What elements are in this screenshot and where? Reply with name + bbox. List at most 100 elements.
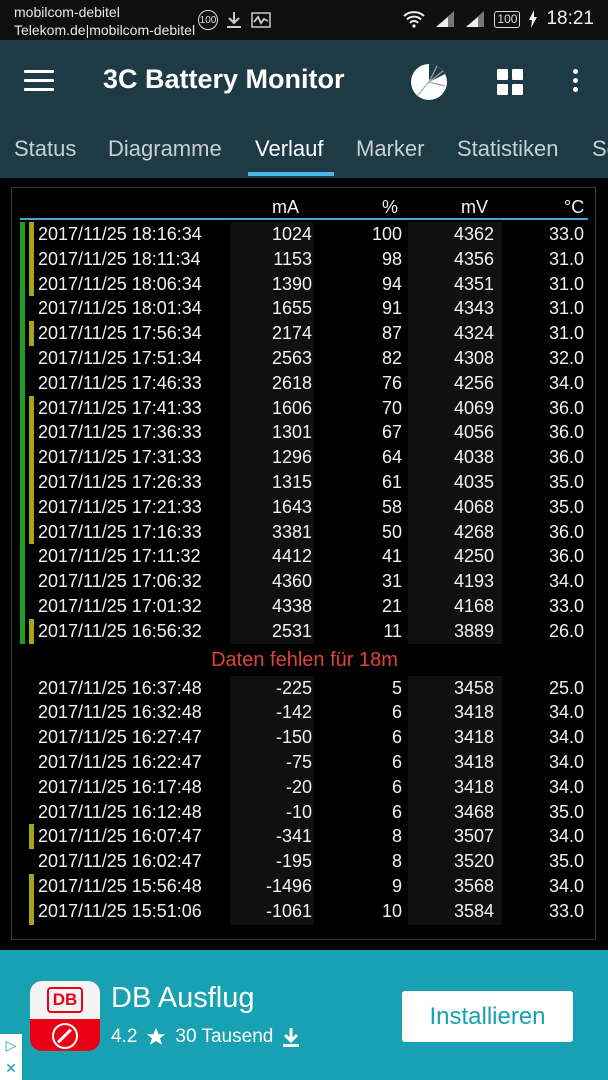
table-row[interactable]: 2017/11/25 17:56:34 2174 87 4324 31.0 — [12, 321, 595, 346]
event-marker — [29, 594, 34, 619]
event-marker — [29, 873, 34, 899]
tab-verlauf[interactable]: Verlauf — [255, 136, 324, 162]
row-voltage: 4268 — [408, 519, 502, 545]
event-marker — [29, 849, 34, 874]
table-row[interactable]: 2017/11/25 16:12:48 -10 6 3468 35.0 — [12, 799, 595, 825]
row-timestamp: 2017/11/25 17:31:33 — [38, 447, 202, 468]
grid-icon[interactable] — [497, 69, 523, 95]
table-row[interactable]: 2017/11/25 18:11:34 1153 98 4356 31.0 — [12, 246, 595, 272]
ad-close-icon[interactable]: ✕ — [0, 1057, 22, 1080]
table-row[interactable]: 2017/11/25 16:37:48 -225 5 3458 25.0 — [12, 675, 595, 701]
table-row[interactable]: 2017/11/25 17:26:33 1315 61 4035 35.0 — [12, 469, 595, 495]
row-current: 4360 — [230, 569, 314, 594]
row-percent: 6 — [391, 727, 402, 748]
table-row[interactable]: 2017/11/25 17:51:34 2563 82 4308 32.0 — [12, 345, 595, 371]
row-current: -142 — [230, 700, 314, 726]
tab-status[interactable]: Status — [14, 136, 76, 162]
table-body: 2017/11/25 18:16:34 1024 100 4362 33.0 2017/1… — [12, 222, 595, 939]
table-row[interactable]: 2017/11/25 18:01:34 1655 91 4343 31.0 — [12, 296, 595, 322]
ad-app-name[interactable]: DB Ausflug — [111, 982, 254, 1015]
row-percent: 61 — [381, 471, 402, 492]
row-current: -1496 — [230, 873, 314, 899]
table-row[interactable]: 2017/11/25 17:21:33 1643 58 4068 35.0 — [12, 494, 595, 520]
charging-marker — [20, 700, 25, 725]
row-current: 1301 — [230, 420, 314, 446]
row-timestamp: 2017/11/25 18:06:34 — [38, 273, 202, 294]
row-voltage: 4362 — [408, 222, 502, 247]
charging-marker — [20, 420, 25, 446]
row-percent: 50 — [381, 521, 402, 542]
row-current: -195 — [230, 849, 314, 874]
db-app-logo[interactable]: DB — [30, 981, 100, 1051]
charging-marker — [20, 725, 25, 750]
row-percent: 8 — [391, 826, 402, 847]
charging-marker — [20, 271, 25, 297]
table-row[interactable]: 2017/11/25 16:02:47 -195 8 3520 35.0 — [12, 849, 595, 874]
menu-icon[interactable] — [24, 70, 54, 94]
app-bar: 3C Battery Monitor — [0, 40, 608, 124]
tab-marker[interactable]: Marker — [356, 136, 424, 162]
table-row[interactable]: 2017/11/25 16:22:47 -75 6 3418 34.0 — [12, 749, 595, 775]
table-row[interactable]: 2017/11/25 16:32:48 -142 6 3418 34.0 — [12, 700, 595, 726]
wifi-icon — [403, 11, 426, 28]
row-percent: 6 — [391, 702, 402, 723]
history-table[interactable]: mA % mV °C 2017/11/25 18:16:34 1024 100 436… — [11, 187, 596, 940]
event-marker — [29, 775, 34, 800]
pie-chart-icon[interactable] — [409, 62, 449, 102]
table-row[interactable]: 2017/11/25 18:16:34 1024 100 4362 33.0 — [12, 222, 595, 247]
event-marker — [29, 395, 34, 421]
charging-marker — [20, 370, 25, 396]
ad-banner[interactable]: DB DB Ausflug 4.2 30 Tausend Installiere… — [0, 950, 608, 1080]
table-row[interactable]: 2017/11/25 17:31:33 1296 64 4038 36.0 — [12, 445, 595, 470]
active-tab-indicator — [248, 172, 334, 176]
tab-statistiken[interactable]: Statistiken — [457, 136, 559, 162]
table-row[interactable]: 2017/11/25 17:06:32 4360 31 4193 34.0 — [12, 569, 595, 594]
row-percent: 76 — [381, 372, 402, 393]
row-percent: 67 — [381, 422, 402, 443]
row-current: 2174 — [230, 321, 314, 346]
row-voltage: 3418 — [408, 749, 502, 775]
table-row[interactable]: 2017/11/25 17:41:33 1606 70 4069 36.0 — [12, 395, 595, 421]
table-row[interactable]: 2017/11/25 16:27:47 -150 6 3418 34.0 — [12, 725, 595, 750]
row-temperature: 36.0 — [548, 521, 584, 542]
charging-marker — [20, 849, 25, 874]
event-marker — [29, 750, 34, 775]
table-row[interactable]: 2017/11/25 15:51:06 -1061 10 3584 33.0 — [12, 898, 595, 924]
table-row[interactable]: 2017/11/25 17:01:32 4338 21 4168 33.0 — [12, 593, 595, 619]
row-temperature: 36.0 — [548, 422, 584, 443]
row-current: 1024 — [230, 222, 314, 247]
row-temperature: 35.0 — [548, 471, 584, 492]
missing-data-notice: Daten fehlen für 18m — [211, 648, 398, 671]
table-row[interactable]: 2017/11/25 15:56:48 -1496 9 3568 34.0 — [12, 873, 595, 899]
header-celsius: °C — [564, 197, 585, 217]
tab-diagramme[interactable]: Diagramme — [108, 136, 222, 162]
row-temperature: 36.0 — [548, 546, 584, 567]
table-row[interactable]: 2017/11/25 16:17:48 -20 6 3418 34.0 — [12, 774, 595, 800]
table-row[interactable]: 2017/11/25 16:56:32 2531 11 3889 26.0 — [12, 618, 595, 644]
table-row[interactable]: 2017/11/25 17:36:33 1301 67 4056 36.0 — [12, 420, 595, 446]
row-percent: 5 — [391, 677, 402, 698]
table-row[interactable]: 2017/11/25 17:11:32 4412 41 4250 36.0 — [12, 544, 595, 570]
row-current: 1643 — [230, 494, 314, 520]
event-marker — [29, 420, 34, 446]
row-voltage: 4035 — [408, 469, 502, 495]
charging-marker — [20, 321, 25, 346]
charging-marker — [20, 519, 25, 545]
table-row[interactable]: 2017/11/25 16:07:47 -341 8 3507 34.0 — [12, 824, 595, 850]
row-temperature: 34.0 — [548, 571, 584, 592]
adchoices-play-icon[interactable]: ▷ — [0, 1034, 22, 1057]
row-timestamp: 2017/11/25 15:51:06 — [38, 900, 202, 921]
row-timestamp: 2017/11/25 18:01:34 — [38, 298, 202, 319]
install-button[interactable]: Installieren — [402, 991, 573, 1042]
row-temperature: 35.0 — [548, 496, 584, 517]
row-temperature: 35.0 — [548, 801, 584, 822]
table-row[interactable]: 2017/11/25 17:46:33 2618 76 4256 34.0 — [12, 370, 595, 396]
more-vert-icon[interactable] — [569, 69, 581, 97]
table-row[interactable]: 2017/11/25 18:06:34 1390 94 4351 31.0 — [12, 271, 595, 297]
tab-settings[interactable]: Se — [592, 136, 608, 162]
row-voltage: 4356 — [408, 246, 502, 272]
adchoices-icon[interactable]: ▷ ✕ — [0, 1034, 22, 1080]
row-voltage: 4343 — [408, 296, 502, 322]
row-percent: 8 — [391, 851, 402, 872]
table-row[interactable]: 2017/11/25 17:16:33 3381 50 4268 36.0 — [12, 519, 595, 545]
